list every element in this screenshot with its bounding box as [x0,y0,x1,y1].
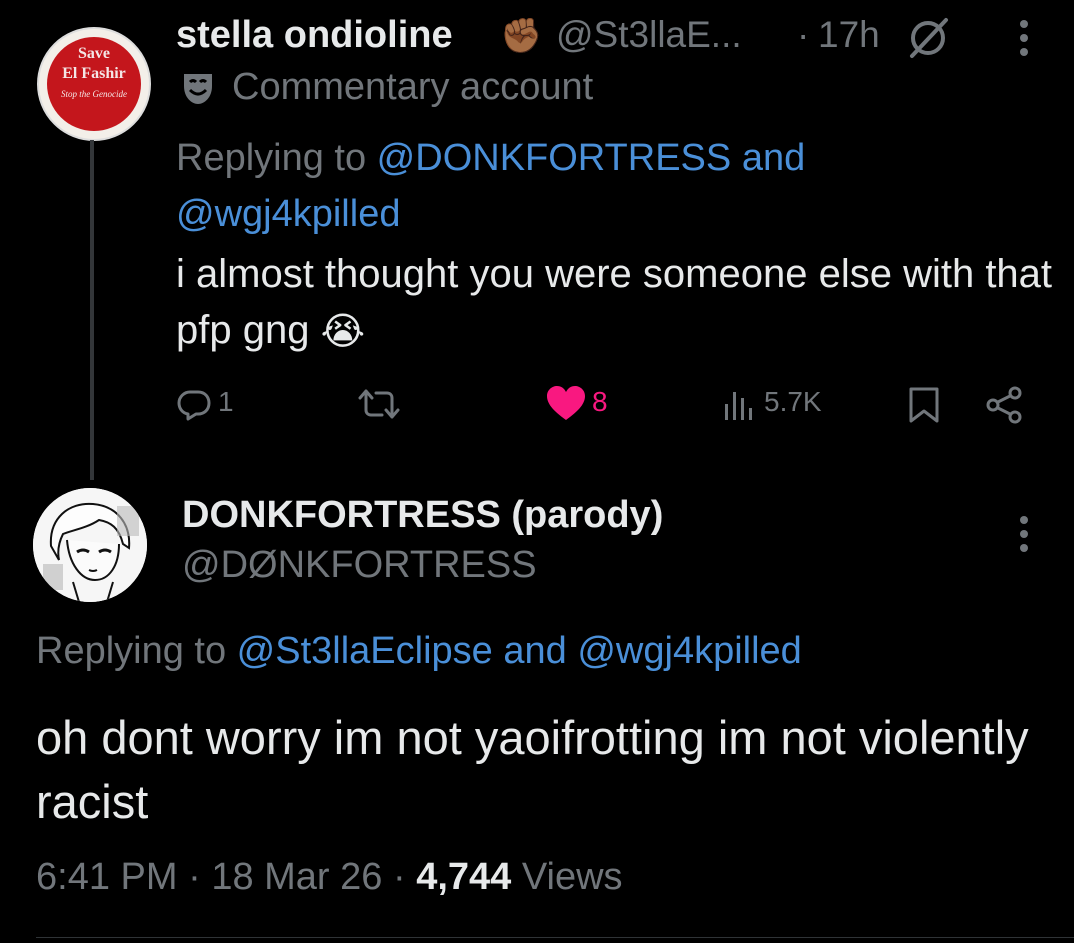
avatar-badge: Save El Fashir Stop the Genocide [47,37,141,131]
author-handle[interactable]: @St3llaE... [556,14,742,56]
divider [36,937,1074,938]
bookmark-icon [909,387,939,423]
avatar-illustration [33,488,147,602]
replying-and: and [492,630,578,672]
author-name[interactable]: stella ondioline [176,14,453,57]
avatar-text-line3: Stop the Genocide [61,89,127,99]
avatar-text-line1: Save [78,45,110,62]
heart-icon [547,386,585,420]
replying-to: Replying to @St3llaEclipse and @wgj4kpil… [36,630,802,673]
more-options-icon[interactable] [1014,514,1034,554]
views-icon [725,392,752,420]
separator-dot: · [382,856,417,898]
views-count: 5.7K [764,386,822,417]
avatar-text-line2: El Fashir [62,65,126,82]
account-label: Commentary account [232,66,594,108]
avatar-stella[interactable]: Save El Fashir Stop the Genocide [37,27,151,141]
views-count: 4,744 [416,856,512,898]
raised-fist-emoji: ✊🏾 [500,17,543,55]
more-options-icon[interactable] [1014,18,1034,58]
retweet-icon [358,389,400,419]
mention-link[interactable]: @wgj4kpilled [176,193,400,235]
views-label: Views [511,856,623,898]
reply-icon [177,390,211,421]
empty-set-icon [910,18,948,58]
replying-prefix: Replying to [36,630,237,672]
post-time[interactable]: 17h [818,14,880,56]
post-time[interactable]: 6:41 PM [36,856,178,898]
author-name[interactable]: DONKFORTRESS (parody) [182,494,663,537]
replying-prefix: Replying to [176,137,377,179]
share-icon [986,386,1022,424]
mention-link[interactable]: @St3llaEclipse [237,630,493,672]
theater-masks-icon [184,74,212,104]
thread-connector-line [90,140,94,480]
post-date[interactable]: 18 Mar 26 [211,856,382,898]
like-count: 8 [592,386,608,417]
replying-and: and [731,137,806,179]
mention-link[interactable]: @DONKFORTRESS [377,137,732,179]
crying-face-emoji: 😭 [320,311,365,354]
separator-dot: · [797,14,810,55]
tweet-text: oh dont worry im not yaoifrotting im not… [36,711,1029,828]
separator-dot: · [177,856,212,898]
tweet-text-content: i almost thought you were someone else w… [176,252,1053,352]
tweet-metadata: 6:41 PM · 18 Mar 26 · 4,744 Views [36,856,623,899]
reply-count: 1 [218,386,234,417]
author-handle[interactable]: @DØNKFORTRESS [182,544,537,587]
replying-to: Replying to @DONKFORTRESS and @wgj4kpill… [176,130,1036,242]
mention-link[interactable]: @wgj4kpilled [577,630,801,672]
tweet-text: i almost thought you were someone else w… [176,246,1056,360]
avatar-donkfortress[interactable] [33,488,147,602]
